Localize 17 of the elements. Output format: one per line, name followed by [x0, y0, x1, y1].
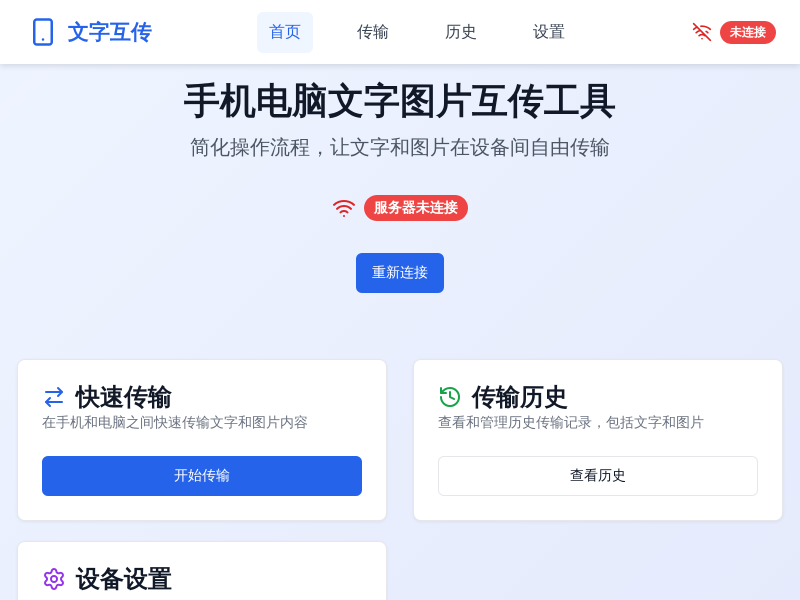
card-button[interactable]: 查看历史	[438, 456, 758, 496]
page-title: 手机电脑文字图片互传工具	[184, 80, 616, 124]
nav-tab[interactable]: 传输	[345, 12, 401, 52]
card-title: 设备设置	[76, 564, 172, 594]
card-description: 在手机和电脑之间快速传输文字和图片内容	[42, 414, 309, 432]
status-badge: 服务器未连接	[364, 195, 468, 221]
page-subtitle: 简化操作流程，让文字和图片在设备间自由传输	[190, 134, 610, 161]
status-badge: 未连接	[720, 20, 776, 44]
nav-tab[interactable]: 首页	[257, 12, 313, 52]
nav-tab[interactable]: 历史	[433, 12, 489, 52]
card-title: 快速传输	[76, 382, 172, 412]
brand-name: 文字互传	[68, 19, 152, 46]
card-button[interactable]: 开始传输	[42, 456, 362, 496]
nav-tab[interactable]: 设置	[521, 12, 577, 52]
card-description: 查看和管理历史传输记录，包括文字和图片	[438, 414, 705, 432]
reconnect-button[interactable]: 重新连接	[356, 253, 444, 293]
card-title: 传输历史	[472, 382, 568, 412]
